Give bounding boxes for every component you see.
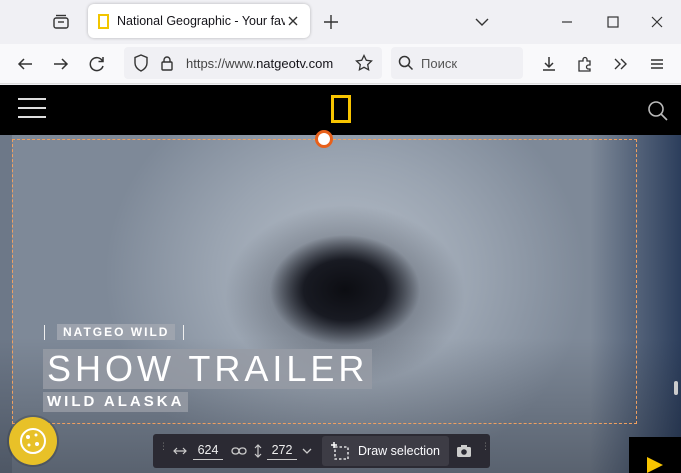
minimize-icon[interactable] <box>556 11 578 33</box>
cookie-icon <box>20 428 46 454</box>
scrollbar-thumb[interactable] <box>674 381 678 395</box>
link-aspect-icon[interactable] <box>231 443 247 459</box>
screenshot-selection-box[interactable] <box>12 139 637 424</box>
maximize-icon[interactable] <box>602 11 624 33</box>
close-tab-icon[interactable] <box>284 12 302 30</box>
browser-tab-active[interactable]: National Geographic - Your fav <box>88 4 310 38</box>
height-input[interactable]: 272 <box>267 442 297 460</box>
chevron-down-icon[interactable] <box>301 443 313 459</box>
back-arrow-icon[interactable] <box>14 53 36 75</box>
shield-icon[interactable] <box>130 52 152 74</box>
url-bar[interactable]: https://www.natgeotv.com <box>124 47 382 79</box>
url-host: natgeotv.com <box>256 56 334 71</box>
tab-list-icon[interactable] <box>50 11 72 33</box>
draw-selection-button[interactable]: Draw selection <box>322 436 449 466</box>
close-window-icon[interactable] <box>646 11 668 33</box>
chevron-down-icon[interactable] <box>471 11 493 33</box>
extensions-puzzle-icon[interactable] <box>574 53 596 75</box>
natgeo-favicon-icon <box>98 13 109 29</box>
natgeo-logo-icon[interactable] <box>331 95 351 123</box>
site-search-icon[interactable] <box>646 99 670 123</box>
forward-arrow-icon[interactable] <box>50 53 72 75</box>
search-icon <box>397 54 415 72</box>
url-prefix: https://www. <box>186 56 257 71</box>
tab-strip: National Geographic - Your fav <box>0 0 681 44</box>
tab-title: National Geographic - Your fav <box>117 14 285 28</box>
hamburger-menu-icon[interactable] <box>18 98 46 120</box>
page-content: NATGEO WILD SHOW TRAILER WILD ALASKA ⋮ 6… <box>0 85 681 473</box>
lock-icon[interactable] <box>156 52 178 74</box>
toolbar-drag-handle-right[interactable]: ⋮ <box>481 442 490 458</box>
width-arrows-icon <box>173 443 187 459</box>
bookmark-star-icon[interactable] <box>353 52 375 74</box>
camera-icon[interactable] <box>456 443 472 459</box>
url-text[interactable]: https://www.natgeotv.com <box>186 56 346 71</box>
draw-selection-label: Draw selection <box>358 444 440 458</box>
screenshot-toolbar: ⋮ 624 272 Draw selection ⋮ <box>153 434 490 468</box>
overflow-chevrons-icon[interactable] <box>610 53 632 75</box>
new-tab-icon[interactable] <box>320 11 342 33</box>
search-placeholder: Поиск <box>421 56 458 71</box>
navigation-bar: https://www.natgeotv.com Поиск <box>0 44 681 84</box>
menu-icon[interactable] <box>646 53 668 75</box>
search-input[interactable]: Поиск <box>391 47 523 79</box>
play-button[interactable] <box>629 437 681 473</box>
draw-selection-icon <box>331 442 349 460</box>
selection-resize-handle[interactable] <box>315 130 333 148</box>
site-header <box>0 85 681 135</box>
hero-left-edge <box>0 135 12 473</box>
play-triangle-icon <box>647 457 663 473</box>
cookie-settings-button[interactable] <box>9 417 57 465</box>
toolbar-drag-handle[interactable]: ⋮ <box>159 442 168 458</box>
reload-icon[interactable] <box>86 53 108 75</box>
download-icon[interactable] <box>538 53 560 75</box>
width-input[interactable]: 624 <box>193 442 223 460</box>
height-arrows-icon <box>253 443 263 459</box>
